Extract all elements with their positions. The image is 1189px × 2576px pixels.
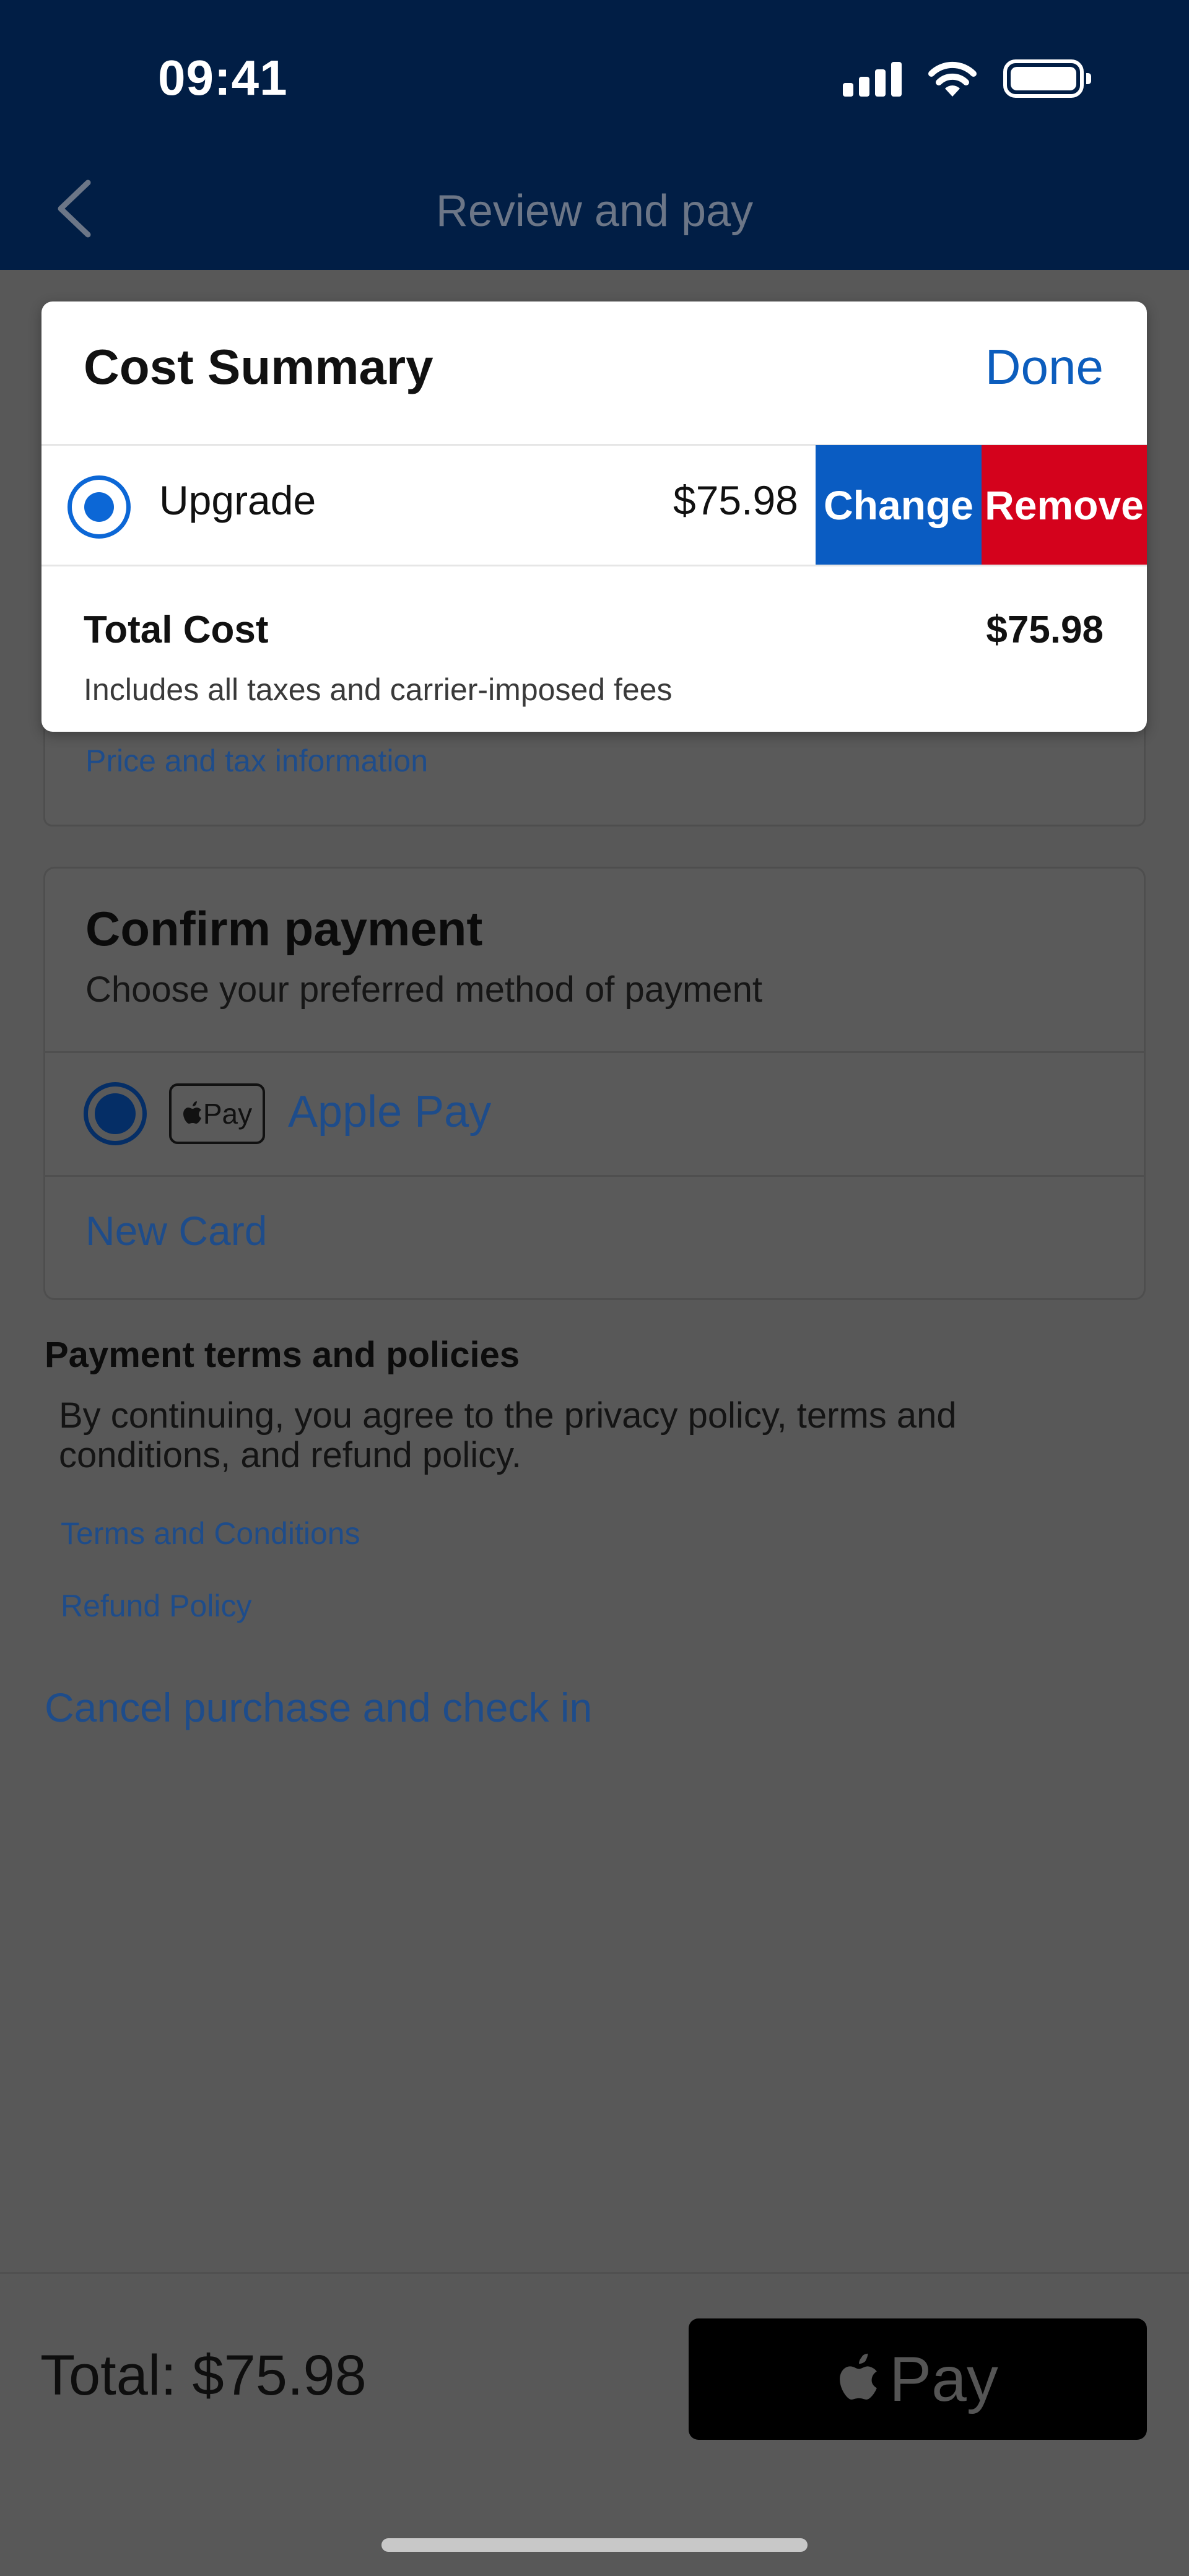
upgrade-price: $75.98 [673,477,798,523]
cellular-signal-icon [843,61,902,97]
upgrade-label: Upgrade [159,477,316,523]
apple-pay-badge: Pay [169,1083,265,1144]
app-header: 09:41 Review and pay [0,0,1189,270]
status-time: 09:41 [158,50,288,105]
divider [43,1051,1146,1053]
status-icons [843,59,1091,98]
refund-policy-link[interactable]: Refund Policy [61,1588,252,1624]
upgrade-radio[interactable] [68,475,131,539]
remove-button[interactable]: Remove [982,445,1147,565]
apple-pay-button-label: Pay [889,2343,998,2414]
confirm-payment-subtitle: Choose your preferred method of payment [85,969,762,1010]
bottom-total: Total: $75.98 [40,2344,367,2407]
total-cost-note: Includes all taxes and carrier-imposed f… [84,672,673,707]
terms-title: Payment terms and policies [45,1335,520,1375]
cancel-purchase-link[interactable]: Cancel purchase and check in [45,1684,592,1731]
modal-title: Cost Summary [84,339,433,394]
confirm-payment-title: Confirm payment [85,901,483,956]
wifi-icon [928,61,977,97]
apple-pay-option-label[interactable]: Apple Pay [288,1086,491,1137]
terms-body: By continuing, you agree to the privacy … [59,1395,957,1475]
new-card-option[interactable]: New Card [85,1207,267,1254]
battery-icon [1003,59,1091,98]
apple-pay-badge-text: Pay [203,1098,253,1130]
price-tax-link[interactable]: Price and tax information [85,743,428,779]
apple-pay-radio[interactable] [84,1082,147,1145]
total-cost-label: Total Cost [84,609,269,651]
divider [41,565,1147,566]
terms-and-conditions-link[interactable]: Terms and Conditions [61,1516,360,1551]
page-title: Review and pay [435,186,754,236]
home-indicator [381,2538,808,2552]
done-button[interactable]: Done [985,339,1104,396]
apple-logo-icon [840,2353,877,2400]
cost-summary-modal: Cost Summary Done Upgrade $75.98 Change … [41,301,1147,732]
change-button[interactable]: Change [816,445,982,565]
apple-logo-icon [183,1101,201,1124]
apple-pay-button[interactable]: Pay [689,2318,1147,2440]
divider [43,1175,1146,1177]
total-cost-value: $75.98 [986,609,1104,651]
